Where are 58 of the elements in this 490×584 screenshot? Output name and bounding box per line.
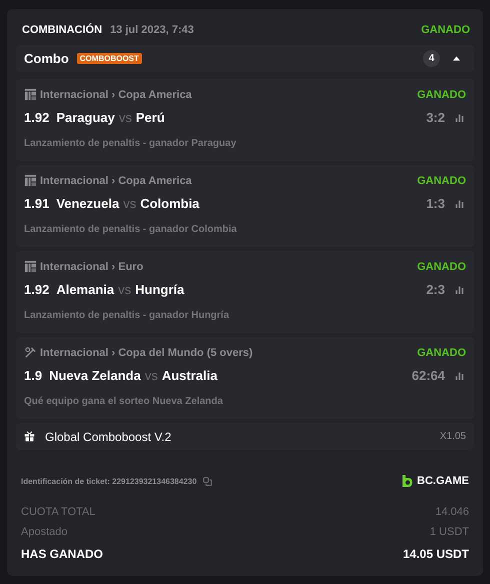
boost-label: Global Comboboost V.2 [45,430,172,444]
odds: 1.91 [24,196,50,210]
odds: 1.9 [24,368,42,382]
vs-label: vs [123,196,136,210]
vs-label: vs [118,110,132,124]
away-team: Hungría [135,282,184,296]
total-label: Apostado [21,526,68,538]
cricket-icon [24,346,37,359]
boost-multiplier: X1.05 [440,431,466,442]
ticket-id: Identificación de ticket: 2291239321346384230 [21,476,197,486]
leg-status: GANADO [417,88,466,100]
home-team: Paraguay [56,110,115,124]
home-team: Nueva Zelanda [49,368,141,382]
away-team: Colombia [140,196,200,210]
caret-icon[interactable] [453,56,460,61]
stats-icon[interactable] [455,198,464,208]
bet-status: GANADO [421,24,470,36]
stats-icon[interactable] [455,112,464,122]
leg-status: GANADO [417,260,466,272]
market-text: Lanzamiento de penaltis - ganador Colombia [24,224,238,235]
away-team: Perú [136,110,165,124]
home-team: Venezuela [56,196,120,210]
score: 2:3 [426,282,445,296]
vs-label: vs [144,368,158,382]
league-path: Internacional › Euro [40,260,144,272]
odds: 1.92 [24,110,50,124]
home-team: Alemania [56,282,114,296]
total-label: CUOTA TOTAL [21,506,96,518]
vs-label: vs [118,282,132,296]
stats-icon[interactable] [455,370,464,380]
logo-icon [401,474,414,488]
league-path: Internacional › Copa America [40,174,192,186]
league-path: Internacional › Copa del Mundo (5 overs) [40,346,253,358]
total-value: 1 USDT [430,526,469,538]
stats-icon[interactable] [455,284,464,294]
score: 1:3 [426,196,445,210]
league-path: Internacional › Copa America [40,88,192,100]
leg-count: 4 [423,50,440,67]
total-label: HAS GANADO [21,547,104,561]
total-value: 14.046 [435,506,469,518]
market-text: Qué equipo gana el sorteo Nueva Zelanda [24,396,224,407]
copy-icon[interactable] [202,476,212,486]
bet-type: COMBINACIÓN [22,24,102,36]
leg-status: GANADO [417,346,466,358]
leg-status: GANADO [417,174,466,186]
gift-icon [24,431,35,442]
total-value: 14.05 USDT [402,547,469,561]
combo-title: Combo [24,51,69,66]
score: 62:64 [412,368,445,382]
score: 3:2 [426,110,445,124]
comboboost-badge: COMBOBOOST [76,53,142,64]
brand-name: BC.GAME [417,475,469,487]
market-text: Lanzamiento de penaltis - ganador Paraguay [24,138,238,149]
bet-date: 13 jul 2023, 7:43 [110,24,194,36]
away-team: Australia [162,368,218,382]
market-text: Lanzamiento de penaltis - ganador Hungría [24,310,230,321]
odds: 1.92 [24,282,50,296]
combo-header[interactable]: Combo COMBOBOOST 4 [16,45,474,72]
